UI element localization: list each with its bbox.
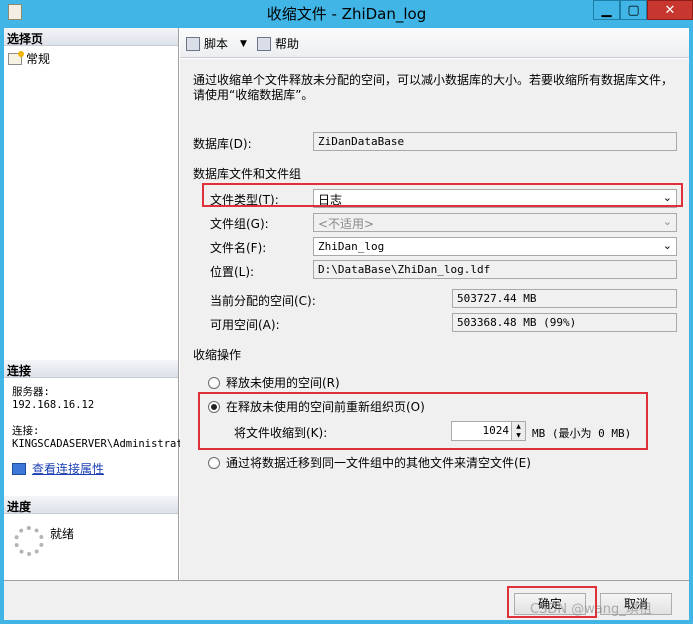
page-item-label: 常规 bbox=[26, 52, 51, 66]
view-connection-properties-label: 查看连接属性 bbox=[32, 462, 105, 476]
server-label: 服务器: bbox=[12, 386, 50, 398]
connection-info: 服务器: 192.168.16.12 连接: KINGSCADASERVER\A… bbox=[12, 386, 183, 451]
filegroup-label: 文件组(G): bbox=[210, 217, 269, 231]
location-field: D:\DataBase\ZhiDan_log.ldf bbox=[313, 260, 677, 279]
connection-label: 连接: bbox=[12, 425, 40, 437]
reorganize-radio[interactable] bbox=[208, 400, 220, 413]
chevron-down-icon: ⌄ bbox=[662, 215, 672, 228]
help-button[interactable]: 帮助 bbox=[257, 35, 299, 52]
location-label: 位置(L): bbox=[210, 265, 255, 279]
title-bar[interactable]: 收缩文件 - ZhiDan_log ▁ ▢ ✕ bbox=[0, 0, 693, 24]
shrink-file-dialog: 收缩文件 - ZhiDan_log ▁ ▢ ✕ 选择页 常规 连接 服务器: 1… bbox=[0, 0, 693, 624]
release-unused-label: 释放未使用的空间(R) bbox=[226, 376, 340, 390]
empty-file-radio[interactable] bbox=[208, 456, 220, 469]
database-field: ZiDanDataBase bbox=[313, 132, 677, 151]
connection-properties-icon bbox=[12, 462, 26, 475]
empty-file-option[interactable]: 通过将数据迁移到同一文件组中的其他文件来清空文件(E) bbox=[208, 454, 531, 471]
chevron-down-icon: ⌄ bbox=[662, 239, 672, 252]
filegroup-select: <不适用> ⌄ bbox=[313, 213, 677, 232]
filename-select[interactable]: ZhiDan_log ⌄ bbox=[313, 237, 677, 256]
script-button[interactable]: 脚本 ▼ bbox=[186, 35, 247, 52]
script-label: 脚本 bbox=[204, 37, 229, 51]
dialog-client: 选择页 常规 连接 服务器: 192.168.16.12 连接: KINGSCA… bbox=[4, 28, 689, 620]
watermark: CSDN @wang_琪祖 bbox=[530, 602, 652, 617]
files-group-label: 数据库文件和文件组 bbox=[193, 167, 302, 181]
wrench-page-icon bbox=[8, 50, 24, 65]
filegroup-value: <不适用> bbox=[318, 217, 375, 231]
stepper-up-icon[interactable]: ▲ bbox=[512, 422, 525, 431]
description-text: 通过收缩单个文件释放未分配的空间，可以减小数据库的大小。若要收缩所有数据库文件，… bbox=[193, 73, 674, 102]
maximize-button[interactable]: ▢ bbox=[620, 0, 647, 20]
page-item-general[interactable]: 常规 bbox=[8, 50, 50, 67]
shrink-to-value: 1024 bbox=[482, 424, 510, 437]
server-value: 192.168.16.12 bbox=[12, 399, 95, 411]
file-type-value: 日志 bbox=[318, 193, 343, 207]
available-space-label: 可用空间(A): bbox=[210, 318, 280, 332]
reorganize-option[interactable]: 在释放未使用的空间前重新组织页(O) bbox=[208, 398, 425, 415]
window-title: 收缩文件 - ZhiDan_log bbox=[266, 5, 427, 23]
shrink-action-label: 收缩操作 bbox=[193, 348, 242, 362]
minimize-button[interactable]: ▁ bbox=[593, 0, 620, 20]
progress-header: 进度 bbox=[4, 496, 178, 514]
help-icon bbox=[257, 36, 271, 51]
script-icon bbox=[186, 36, 200, 51]
progress-status: 就绪 bbox=[50, 527, 75, 541]
release-unused-option[interactable]: 释放未使用的空间(R) bbox=[208, 374, 340, 391]
file-type-select[interactable]: 日志 ⌄ bbox=[313, 189, 677, 208]
view-connection-properties-link[interactable]: 查看连接属性 bbox=[12, 460, 104, 477]
shrink-to-stepper[interactable]: 1024 ▲ ▼ bbox=[451, 421, 526, 441]
connection-value: KINGSCADASERVER\Administrat bbox=[12, 438, 183, 450]
allocated-space-label: 当前分配的空间(C): bbox=[210, 294, 316, 308]
release-unused-radio[interactable] bbox=[208, 376, 220, 389]
shrink-to-unit: MB (最小为 0 MB) bbox=[532, 427, 632, 440]
toolbar: 脚本 ▼ 帮助 bbox=[180, 28, 689, 58]
close-button[interactable]: ✕ bbox=[647, 0, 693, 20]
shrink-to-label: 将文件收缩到(K): bbox=[234, 426, 328, 440]
available-space-field: 503368.48 MB (99%) bbox=[452, 313, 677, 332]
pages-header: 选择页 bbox=[4, 28, 178, 46]
connection-header: 连接 bbox=[4, 360, 178, 378]
file-type-label: 文件类型(T): bbox=[210, 193, 279, 207]
stepper-down-icon[interactable]: ▼ bbox=[512, 431, 525, 440]
script-dropdown-icon[interactable]: ▼ bbox=[240, 39, 247, 49]
allocated-space-field: 503727.44 MB bbox=[452, 289, 677, 308]
right-pane: 脚本 ▼ 帮助 通过收缩单个文件释放未分配的空间，可以减小数据库的大小。若要收缩… bbox=[180, 28, 689, 580]
filename-value: ZhiDan_log bbox=[318, 240, 385, 253]
empty-file-label: 通过将数据迁移到同一文件组中的其他文件来清空文件(E) bbox=[226, 456, 531, 470]
progress-spinner-icon bbox=[14, 526, 44, 556]
help-label: 帮助 bbox=[275, 37, 300, 51]
general-page: 通过收缩单个文件释放未分配的空间，可以减小数据库的大小。若要收缩所有数据库文件，… bbox=[180, 59, 689, 580]
left-pane: 选择页 常规 连接 服务器: 192.168.16.12 连接: KINGSCA… bbox=[4, 28, 183, 580]
database-label: 数据库(D): bbox=[193, 137, 252, 151]
chevron-down-icon: ⌄ bbox=[662, 191, 672, 204]
stepper-buttons[interactable]: ▲ ▼ bbox=[511, 422, 525, 440]
reorganize-label: 在释放未使用的空间前重新组织页(O) bbox=[226, 400, 425, 414]
filename-label: 文件名(F): bbox=[210, 241, 267, 255]
